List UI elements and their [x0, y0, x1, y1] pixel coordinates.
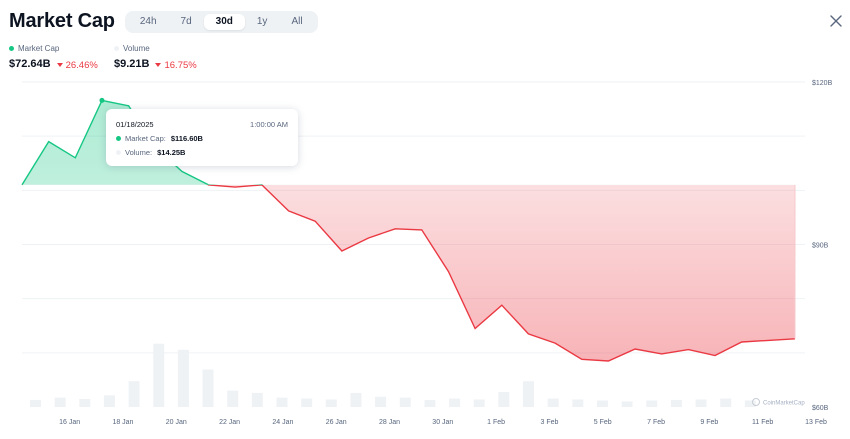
volume-bar — [103, 395, 115, 407]
tab-1y[interactable]: 1y — [245, 14, 280, 30]
volume-bar — [202, 369, 214, 407]
watermark-text: CoinMarketCap — [763, 401, 805, 407]
volume-bar — [301, 398, 313, 407]
tooltip-volume-label: Volume: — [125, 148, 153, 157]
y-tick-label: $60B — [812, 405, 829, 412]
tooltip-volume-dot-icon — [116, 150, 121, 155]
volume-bar — [596, 400, 608, 407]
volume-bar — [54, 397, 66, 407]
y-axis-ticks: $120B $90B $60B — [812, 80, 833, 412]
x-tick-label: 13 Feb — [805, 419, 827, 426]
tab-all[interactable]: All — [279, 14, 314, 30]
close-icon[interactable] — [829, 14, 843, 28]
y-tick-label: $90B — [812, 243, 829, 250]
hover-point — [99, 97, 105, 103]
volume-dot-icon — [114, 46, 119, 51]
x-tick-label: 28 Jan — [379, 419, 400, 426]
tooltip-market-cap-value: $116.60B — [170, 134, 203, 143]
tab-7d[interactable]: 7d — [169, 14, 204, 30]
x-tick-label: 1 Feb — [487, 419, 505, 426]
volume-change: 16.75% — [155, 59, 197, 71]
volume-bar — [350, 392, 362, 407]
legend-market-cap-label: Market Cap — [18, 44, 60, 53]
volume-bar — [720, 398, 732, 407]
volume-bar — [572, 399, 584, 407]
volume-bar — [251, 392, 263, 407]
volume-bar — [375, 396, 387, 407]
volume-bar — [424, 399, 436, 407]
volume-bar — [547, 398, 559, 407]
market-cap-change: 26.46% — [56, 59, 98, 71]
x-tick-label: 30 Jan — [432, 419, 453, 426]
tooltip-date: 01/18/2025 — [116, 120, 154, 129]
volume-change-value: 16.75% — [164, 59, 197, 71]
watermark: CoinMarketCap — [752, 398, 805, 407]
x-tick-label: 9 Feb — [700, 419, 718, 426]
volume-bar — [744, 400, 756, 407]
volume-bar — [498, 392, 510, 407]
x-tick-label: 26 Jan — [326, 419, 347, 426]
time-range-tabs: 24h 7d 30d 1y All — [124, 10, 318, 33]
volume-value: $9.21B — [114, 58, 150, 70]
volume-bar — [79, 399, 91, 407]
tooltip-volume-value: $14.25B — [157, 148, 186, 157]
volume-bar — [325, 399, 337, 407]
volume-bar — [670, 399, 682, 407]
chart-tooltip: 01/18/2025 1:00:00 AM Market Cap: $116.6… — [106, 109, 298, 166]
page-title: Market Cap — [9, 10, 115, 32]
tooltip-market-cap-label: Market Cap: — [125, 134, 166, 143]
legend-market-cap: Market Cap $72.64B 26.46% — [9, 44, 98, 71]
caret-down-icon — [56, 63, 63, 67]
volume-bar — [30, 399, 41, 407]
x-tick-label: 18 Jan — [112, 419, 133, 426]
x-tick-label: 24 Jan — [272, 419, 293, 426]
legend-volume-label: Volume — [123, 44, 150, 53]
y-tick-label: $120B — [812, 80, 833, 87]
chart-header: Market Cap 24h 7d 30d 1y All — [9, 10, 318, 33]
x-tick-label: 16 Jan — [59, 419, 80, 426]
x-tick-label: 11 Feb — [752, 419, 773, 426]
tooltip-time: 1:00:00 AM — [250, 120, 288, 129]
x-tick-label: 7 Feb — [647, 419, 665, 426]
caret-down-icon — [155, 63, 162, 67]
tooltip-market-cap-dot-icon — [116, 136, 121, 141]
x-tick-label: 20 Jan — [166, 419, 187, 426]
volume-bar — [646, 400, 658, 407]
volume-bar — [449, 398, 461, 407]
x-axis-ticks: 16 Jan 18 Jan 20 Jan 22 Jan 24 Jan 26 Jan 28 J… — [59, 419, 827, 426]
volume-bar — [621, 401, 633, 407]
volume-bar — [276, 397, 288, 407]
volume-bar — [695, 399, 707, 407]
x-tick-label: 3 Feb — [540, 419, 558, 426]
volume-bar — [227, 390, 239, 407]
volume-bar — [128, 381, 140, 407]
x-tick-label: 5 Feb — [594, 419, 612, 426]
volume-bar — [399, 397, 411, 407]
tab-30d[interactable]: 30d — [203, 13, 245, 30]
legend-volume: Volume $9.21B 16.75% — [114, 44, 197, 71]
volume-bar — [523, 381, 534, 407]
volume-bar — [177, 349, 189, 407]
volume-bar — [473, 399, 485, 407]
x-tick-label: 22 Jan — [219, 419, 240, 426]
tab-24h[interactable]: 24h — [128, 14, 169, 30]
volume-bar — [153, 343, 165, 407]
hover-marker — [99, 97, 105, 103]
market-cap-change-value: 26.46% — [65, 59, 98, 71]
market-cap-dot-icon — [9, 46, 14, 51]
market-cap-value: $72.64B — [9, 58, 51, 70]
